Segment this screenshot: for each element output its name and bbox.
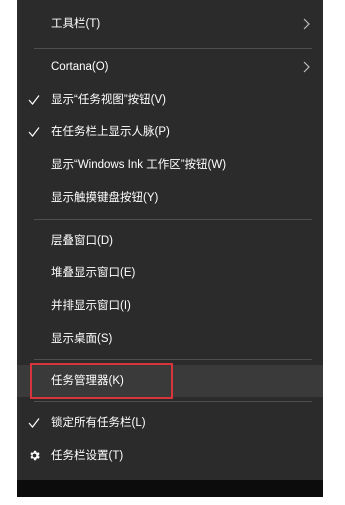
checkmark-icon xyxy=(28,418,40,428)
taskbar-context-menu: 工具栏(T) Cortana(O) 显示“任务视图”按钮(V) 在任务栏上显示人… xyxy=(17,0,323,480)
menu-item-task-manager[interactable]: 任务管理器(K) xyxy=(17,365,323,397)
menu-item-label: 堆叠显示窗口(E) xyxy=(51,267,136,279)
menu-item-show-windows-ink-button[interactable]: 显示“Windows Ink 工作区”按钮(W) xyxy=(17,149,323,181)
menu-item-show-people[interactable]: 在任务栏上显示人脉(P) xyxy=(17,116,323,148)
menu-separator xyxy=(34,48,312,49)
menu-item-show-desktop[interactable]: 显示桌面(S) xyxy=(17,323,323,355)
menu-item-label: 显示“任务视图”按钮(V) xyxy=(51,94,166,106)
menu-item-cascade-windows[interactable]: 层叠窗口(D) xyxy=(17,225,323,257)
menu-item-show-task-view-button[interactable]: 显示“任务视图”按钮(V) xyxy=(17,84,323,116)
menu-item-cortana[interactable]: Cortana(O) xyxy=(17,51,323,83)
checkmark-icon xyxy=(28,127,40,137)
menu-item-label: 任务管理器(K) xyxy=(51,375,124,387)
menu-item-taskbar-settings[interactable]: 任务栏设置(T) xyxy=(17,440,323,472)
menu-item-toolbars[interactable]: 工具栏(T) xyxy=(17,8,323,40)
menu-item-label: 显示“Windows Ink 工作区”按钮(W) xyxy=(51,159,227,171)
taskbar-strip xyxy=(17,480,323,497)
chevron-right-icon xyxy=(303,61,310,73)
menu-item-label: 锁定所有任务栏(L) xyxy=(51,417,146,429)
menu-item-label: 显示桌面(S) xyxy=(51,333,113,345)
menu-separator xyxy=(34,219,312,220)
chevron-right-icon xyxy=(303,18,310,30)
menu-separator xyxy=(34,359,312,360)
checkmark-icon xyxy=(28,95,40,105)
menu-item-label: 在任务栏上显示人脉(P) xyxy=(51,126,170,138)
menu-item-label: 任务栏设置(T) xyxy=(51,450,124,462)
menu-item-label: Cortana(O) xyxy=(51,61,109,73)
menu-item-label: 并排显示窗口(I) xyxy=(51,300,131,312)
menu-separator xyxy=(34,401,312,402)
menu-item-side-by-side-windows[interactable]: 并排显示窗口(I) xyxy=(17,290,323,322)
gear-icon xyxy=(30,450,40,461)
menu-item-show-touch-keyboard-button[interactable]: 显示触摸键盘按钮(Y) xyxy=(17,182,323,214)
menu-item-label: 层叠窗口(D) xyxy=(51,235,113,247)
menu-item-label: 工具栏(T) xyxy=(51,18,101,30)
menu-item-label: 显示触摸键盘按钮(Y) xyxy=(51,192,159,204)
menu-item-stack-windows[interactable]: 堆叠显示窗口(E) xyxy=(17,257,323,289)
menu-item-lock-all-taskbars[interactable]: 锁定所有任务栏(L) xyxy=(17,407,323,439)
